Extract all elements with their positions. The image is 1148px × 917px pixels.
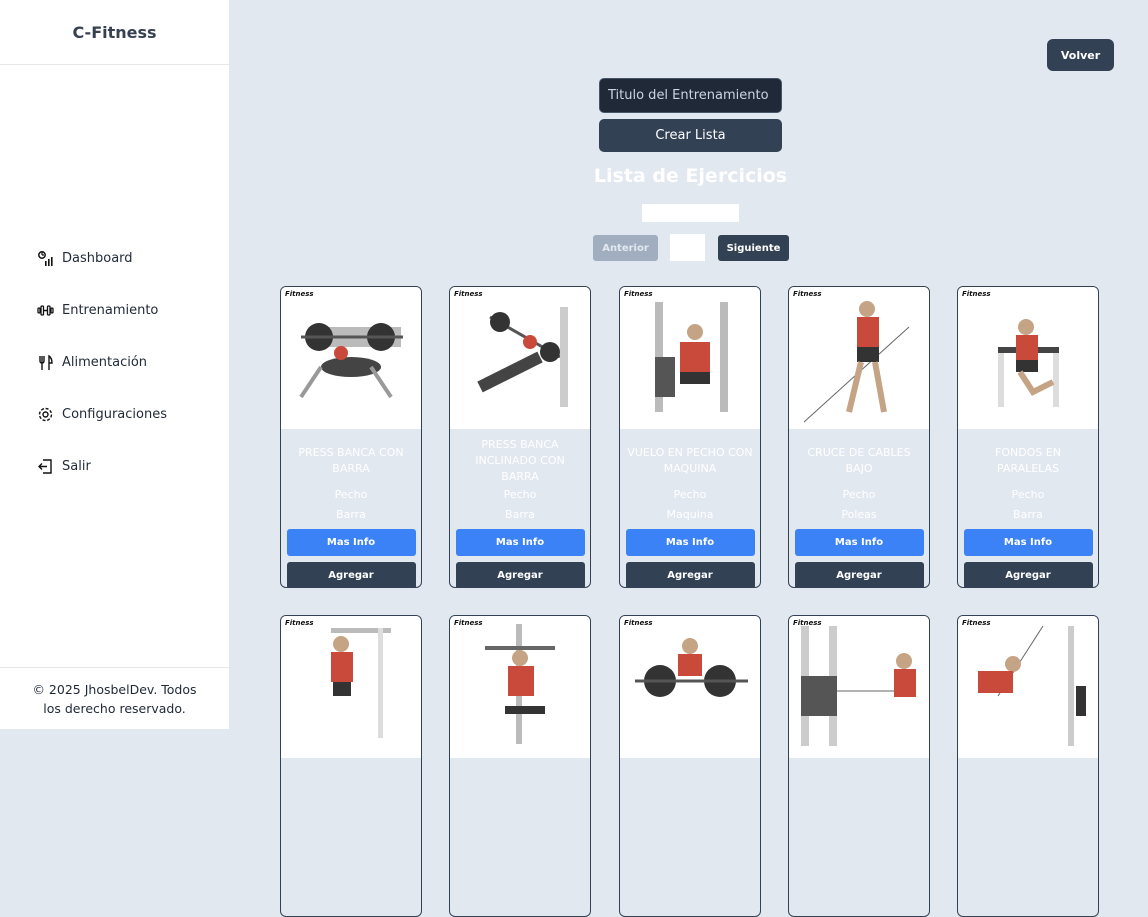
exercise-equipment: Poleas	[841, 508, 877, 521]
logout-icon	[37, 458, 54, 475]
fitness-logo: Fitness	[962, 290, 991, 298]
exercise-muscle: Pecho	[503, 488, 537, 501]
exercise-image: Fitness	[620, 287, 760, 429]
exercise-name: VUELO EN PECHO CON MAQUINA	[627, 446, 753, 475]
fitness-logo: Fitness	[285, 619, 314, 627]
exercise-name: CRUCE DE CABLES BAJO	[807, 446, 911, 475]
exercise-list-title: Lista de Ejercicios	[593, 165, 788, 187]
exercise-image: Fitness	[281, 616, 421, 758]
exercise-card: Fitness CRUCE DE CABLES BAJO Pecho Polea…	[788, 286, 930, 588]
sidebar-item-label: Salir	[62, 458, 91, 474]
fitness-logo: Fitness	[793, 619, 822, 627]
exercise-filter-box[interactable]	[642, 204, 739, 222]
sidebar-item-label: Entrenamiento	[62, 302, 159, 318]
exercise-image: Fitness	[620, 616, 760, 758]
fitness-logo: Fitness	[454, 290, 483, 298]
fitness-logo: Fitness	[285, 290, 314, 298]
more-info-button[interactable]: Mas Info	[963, 529, 1093, 556]
exercise-image: Fitness	[958, 287, 1098, 429]
fitness-logo: Fitness	[454, 619, 483, 627]
brand-logo[interactable]: C-Fitness	[0, 0, 229, 65]
exercise-card: Fitness	[788, 615, 930, 917]
fitness-logo: Fitness	[624, 290, 653, 298]
add-exercise-button[interactable]: Agregar	[455, 562, 585, 587]
page-number-box[interactable]	[670, 234, 705, 261]
workout-title-input[interactable]	[599, 78, 782, 113]
exercise-image: Fitness	[281, 287, 421, 429]
exercise-card: Fitness	[619, 615, 761, 917]
back-button[interactable]: Volver	[1047, 39, 1114, 71]
add-exercise-button[interactable]: Agregar	[963, 562, 1093, 587]
exercise-muscle: Pecho	[673, 488, 707, 501]
exercise-equipment: Barra	[1013, 508, 1043, 521]
exercise-card: Fitness FONDOS EN PARALELAS Pecho Barra …	[957, 286, 1099, 588]
exercise-card: Fitness	[957, 615, 1099, 917]
exercise-name: FONDOS EN PARALELAS	[995, 446, 1061, 475]
sidebar: C-Fitness Dashboard Entrenamiento Alimen…	[0, 0, 230, 729]
sidebar-item-dashboard[interactable]: Dashboard	[37, 246, 167, 270]
exercise-equipment: Maquina	[666, 508, 714, 521]
exercise-image: Fitness	[958, 616, 1098, 758]
next-page-button[interactable]: Siguiente	[718, 235, 789, 261]
sidebar-item-alimentacion[interactable]: Alimentación	[37, 350, 167, 374]
create-list-button[interactable]: Crear Lista	[599, 119, 782, 152]
copyright-footer: © 2025 JhosbelDev. Todos los derecho res…	[0, 667, 229, 729]
more-info-button[interactable]: Mas Info	[625, 529, 755, 556]
fitness-logo: Fitness	[793, 290, 822, 298]
sidebar-item-label: Configuraciones	[62, 406, 167, 422]
fitness-logo: Fitness	[962, 619, 991, 627]
exercise-name: PRESS BANCA CON BARRA	[298, 446, 404, 475]
add-exercise-button[interactable]: Agregar	[625, 562, 755, 587]
dashboard-icon	[37, 250, 54, 267]
exercise-card: Fitness VUELO EN PECHO CON MAQUINA Pecho…	[619, 286, 761, 588]
exercise-image: Fitness	[450, 287, 590, 429]
sidebar-nav: Dashboard Entrenamiento Alimentación Con…	[37, 246, 167, 506]
sidebar-item-configuraciones[interactable]: Configuraciones	[37, 402, 167, 426]
more-info-button[interactable]: Mas Info	[455, 529, 585, 556]
copyright-text: © 2025 JhosbelDev. Todos los derecho res…	[32, 682, 197, 716]
sidebar-item-salir[interactable]: Salir	[37, 454, 167, 478]
exercise-image: Fitness	[450, 616, 590, 758]
exercise-card: Fitness PRESS BANCA INCLINADO CON BARRA …	[449, 286, 591, 588]
exercise-muscle: Pecho	[334, 488, 368, 501]
add-exercise-button[interactable]: Agregar	[794, 562, 924, 587]
more-info-button[interactable]: Mas Info	[286, 529, 416, 556]
add-exercise-button[interactable]: Agregar	[286, 562, 416, 587]
exercise-muscle: Pecho	[1011, 488, 1045, 501]
exercise-image: Fitness	[789, 287, 929, 429]
sidebar-item-entrenamiento[interactable]: Entrenamiento	[37, 298, 167, 322]
exercise-equipment: Barra	[505, 508, 535, 521]
dumbbell-icon	[37, 302, 54, 319]
fork-knife-icon	[37, 354, 54, 371]
exercise-image: Fitness	[789, 616, 929, 758]
exercise-card: Fitness	[449, 615, 591, 917]
fitness-logo: Fitness	[624, 619, 653, 627]
exercise-name: PRESS BANCA INCLINADO CON BARRA	[475, 438, 565, 483]
exercise-card: Fitness PRESS BANCA CON BARRA Pecho Barr…	[280, 286, 422, 588]
exercise-card: Fitness	[280, 615, 422, 917]
more-info-button[interactable]: Mas Info	[794, 529, 924, 556]
sidebar-item-label: Alimentación	[62, 354, 148, 370]
exercise-equipment: Barra	[336, 508, 366, 521]
gear-icon	[37, 406, 54, 423]
previous-page-button[interactable]: Anterior	[593, 235, 658, 261]
exercise-muscle: Pecho	[842, 488, 876, 501]
sidebar-item-label: Dashboard	[62, 250, 133, 266]
